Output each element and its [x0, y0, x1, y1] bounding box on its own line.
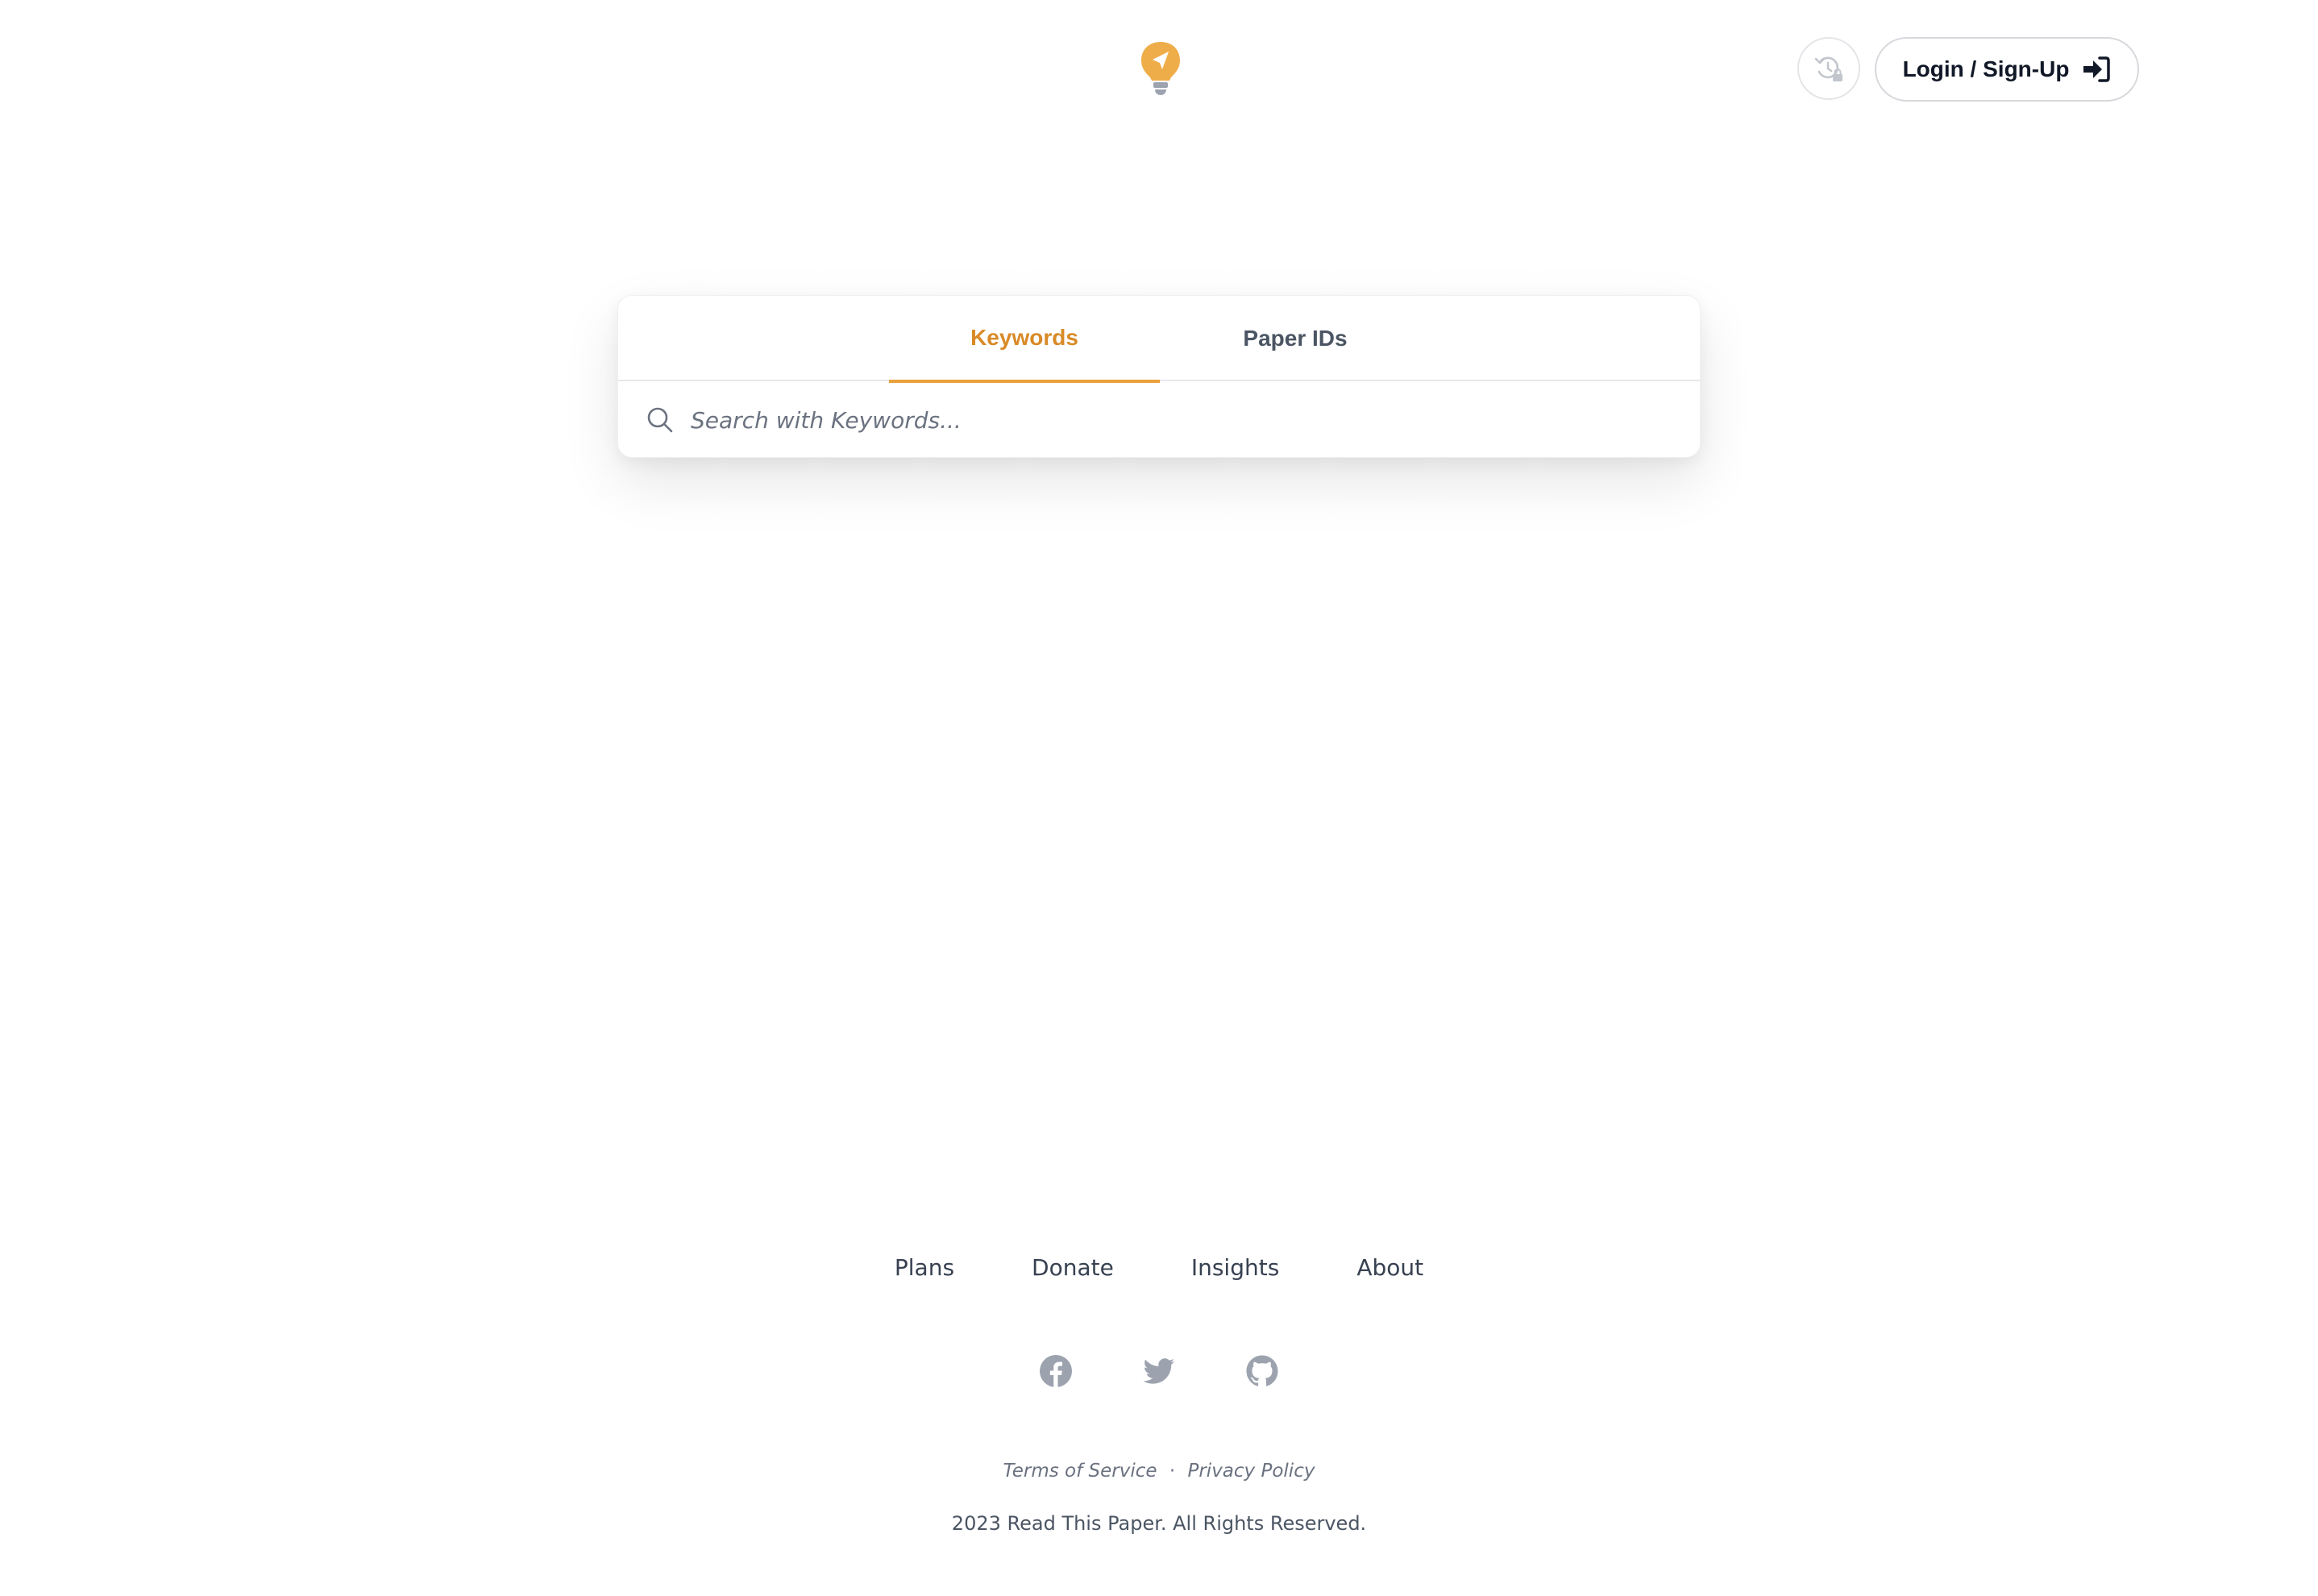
copyright: 2023 Read This Paper. All Rights Reserve…: [951, 1512, 1367, 1535]
footer-nav: Plans Donate Insights About: [0, 1254, 2318, 1281]
sign-in-icon: [2083, 56, 2111, 82]
search-icon: [647, 407, 673, 433]
facebook-link[interactable]: [1039, 1354, 1073, 1388]
history-button[interactable]: [1797, 37, 1860, 100]
login-signup-button[interactable]: Login / Sign-Up: [1875, 37, 2139, 102]
legal-separator: ·: [1169, 1461, 1176, 1482]
search-card: Keywords Paper IDs: [617, 295, 1701, 458]
lightbulb-logo-icon: [1141, 42, 1180, 95]
twitter-link[interactable]: [1142, 1354, 1176, 1388]
page: Login / Sign-Up Keywords Paper IDs Plans…: [0, 0, 2318, 1596]
search-input[interactable]: [689, 395, 1660, 445]
search-tabs: Keywords Paper IDs: [618, 296, 1700, 383]
social-links: [0, 1354, 2318, 1388]
footer-link-donate[interactable]: Donate: [1032, 1254, 1114, 1281]
twitter-icon: [1143, 1358, 1174, 1384]
footer-link-insights[interactable]: Insights: [1191, 1254, 1279, 1281]
legal-links: Terms of Service · Privacy Policy: [0, 1461, 2318, 1482]
tab-keywords[interactable]: Keywords: [889, 296, 1160, 383]
terms-link[interactable]: Terms of Service: [1003, 1461, 1157, 1482]
login-signup-label: Login / Sign-Up: [1902, 56, 2070, 81]
search-row: [618, 381, 1700, 459]
github-link[interactable]: [1245, 1354, 1279, 1388]
facebook-icon: [1040, 1355, 1072, 1387]
privacy-link[interactable]: Privacy Policy: [1187, 1461, 1315, 1482]
github-icon: [1246, 1355, 1278, 1386]
locked-history-icon: [1814, 56, 1842, 81]
logo[interactable]: [1140, 40, 1182, 97]
footer-link-about[interactable]: About: [1356, 1254, 1423, 1281]
footer-link-plans[interactable]: Plans: [895, 1254, 954, 1281]
tab-paper-ids[interactable]: Paper IDs: [1160, 296, 1431, 381]
